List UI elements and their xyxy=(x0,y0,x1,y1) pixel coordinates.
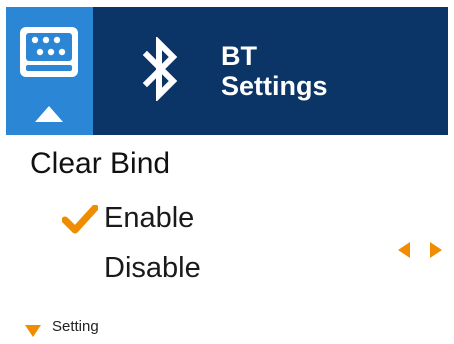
option-disable[interactable]: Disable xyxy=(104,252,201,285)
title-line-1: BT xyxy=(221,41,257,71)
up-arrow-icon xyxy=(35,106,63,122)
menu-tile[interactable] xyxy=(6,7,93,135)
header-bar: BT Settings xyxy=(6,7,448,135)
option-enable[interactable]: Enable xyxy=(104,202,194,235)
bluetooth-icon xyxy=(142,37,178,101)
down-triangle-icon xyxy=(25,325,41,337)
right-arrow-icon[interactable] xyxy=(429,241,443,259)
left-arrow-icon[interactable] xyxy=(397,241,411,259)
keyboard-icon xyxy=(20,27,78,77)
setting-name: Clear Bind xyxy=(30,147,171,180)
footer-label: Setting xyxy=(52,318,99,335)
page-title: BT Settings xyxy=(221,41,328,101)
title-line-2: Settings xyxy=(221,71,328,101)
screen: BT Settings Clear Bind Enable Disable Se… xyxy=(6,7,448,337)
check-icon xyxy=(62,205,98,234)
